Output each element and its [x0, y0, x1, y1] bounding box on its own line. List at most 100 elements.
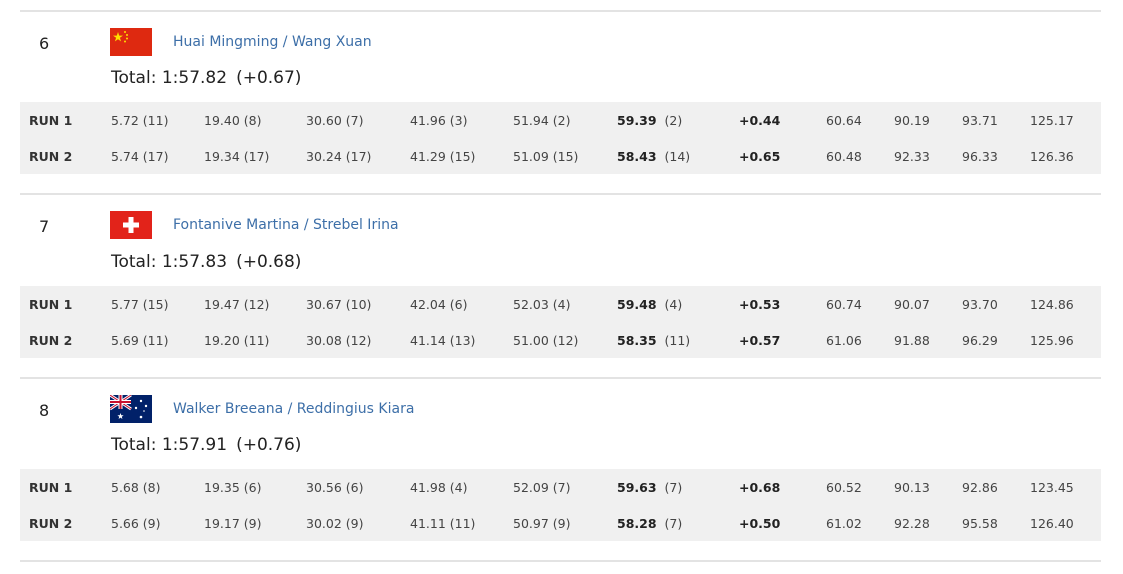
- split-5: 51.94 (2): [513, 113, 571, 128]
- split-2: 19.34 (17): [204, 149, 270, 164]
- total-diff: (+0.68): [236, 252, 302, 272]
- total-time-value: 1:57.91: [161, 435, 228, 455]
- time-diff: +0.50: [739, 516, 781, 531]
- speed-1: 60.52: [826, 480, 862, 495]
- run-label: RUN 2: [29, 149, 73, 164]
- run-label: RUN 1: [29, 480, 73, 495]
- entry-divider: [20, 560, 1101, 562]
- speed-4: 123.45: [1030, 480, 1074, 495]
- total-diff: (+0.67): [236, 68, 302, 88]
- runs-table: RUN 1 5.77 (15) 19.47 (12) 30.67 (10) 42…: [20, 286, 1101, 358]
- finish-time-value: 58.35: [617, 333, 657, 348]
- finish-rank: (4): [664, 297, 683, 312]
- run-row: RUN 1 5.77 (15) 19.47 (12) 30.67 (10) 42…: [20, 286, 1101, 322]
- run-row: RUN 2 5.66 (9) 19.17 (9) 30.02 (9) 41.11…: [20, 505, 1101, 541]
- split-3: 30.08 (12): [306, 333, 372, 348]
- speed-3: 96.29: [962, 333, 998, 348]
- split-2: 19.47 (12): [204, 297, 270, 312]
- split-1: 5.72 (11): [111, 113, 169, 128]
- speed-3: 93.71: [962, 113, 998, 128]
- run-label: RUN 2: [29, 516, 73, 531]
- split-1: 5.74 (17): [111, 149, 169, 164]
- athlete-names-link[interactable]: Huai Mingming / Wang Xuan: [173, 34, 372, 50]
- finish-rank: (11): [664, 333, 691, 348]
- finish-rank: (14): [664, 149, 691, 164]
- finish-rank: (7): [664, 516, 683, 531]
- split-5: 51.00 (12): [513, 333, 579, 348]
- switzerland-flag-icon: [110, 211, 152, 239]
- finish-time: 59.63 (7): [617, 480, 682, 496]
- runs-table: RUN 1 5.68 (8) 19.35 (6) 30.56 (6) 41.98…: [20, 469, 1101, 541]
- speed-3: 96.33: [962, 149, 998, 164]
- finish-time: 58.43 (14): [617, 149, 690, 165]
- split-2: 19.35 (6): [204, 480, 262, 495]
- total-label: Total:: [111, 252, 157, 272]
- run-label: RUN 2: [29, 333, 73, 348]
- split-2: 19.17 (9): [204, 516, 262, 531]
- speed-4: 125.96: [1030, 333, 1074, 348]
- time-diff: +0.68: [739, 480, 781, 495]
- rank-number: 6: [39, 34, 50, 53]
- speed-1: 60.48: [826, 149, 862, 164]
- total-time: Total: 1:57.91 (+0.76): [111, 435, 301, 455]
- split-5: 50.97 (9): [513, 516, 571, 531]
- total-time-value: 1:57.82: [161, 68, 228, 88]
- total-label: Total:: [111, 435, 157, 455]
- speed-2: 90.13: [894, 480, 930, 495]
- athlete-names-link[interactable]: Fontanive Martina / Strebel Irina: [173, 217, 399, 233]
- time-diff: +0.44: [739, 113, 781, 128]
- speed-1: 61.06: [826, 333, 862, 348]
- entry-divider: [20, 193, 1101, 195]
- speed-1: 61.02: [826, 516, 862, 531]
- split-5: 52.03 (4): [513, 297, 571, 312]
- finish-time: 59.48 (4): [617, 297, 682, 313]
- finish-time-value: 58.28: [617, 516, 657, 531]
- speed-3: 95.58: [962, 516, 998, 531]
- split-3: 30.60 (7): [306, 113, 364, 128]
- finish-time: 59.39 (2): [617, 113, 682, 129]
- split-4: 41.29 (15): [410, 149, 476, 164]
- split-5: 51.09 (15): [513, 149, 579, 164]
- finish-time-value: 59.48: [617, 297, 657, 312]
- split-4: 42.04 (6): [410, 297, 468, 312]
- split-3: 30.24 (17): [306, 149, 372, 164]
- split-5: 52.09 (7): [513, 480, 571, 495]
- run-row: RUN 2 5.69 (11) 19.20 (11) 30.08 (12) 41…: [20, 322, 1101, 358]
- run-row: RUN 2 5.74 (17) 19.34 (17) 30.24 (17) 41…: [20, 138, 1101, 174]
- china-flag-icon: [110, 28, 152, 56]
- speed-4: 124.86: [1030, 297, 1074, 312]
- split-3: 30.56 (6): [306, 480, 364, 495]
- speed-2: 92.33: [894, 149, 930, 164]
- entry-divider: [20, 377, 1101, 379]
- total-time-value: 1:57.83: [161, 252, 228, 272]
- speed-4: 126.36: [1030, 149, 1074, 164]
- finish-rank: (7): [664, 480, 683, 495]
- split-4: 41.96 (3): [410, 113, 468, 128]
- finish-time: 58.35 (11): [617, 333, 690, 349]
- finish-rank: (2): [664, 113, 683, 128]
- finish-time-value: 58.43: [617, 149, 657, 164]
- split-1: 5.68 (8): [111, 480, 161, 495]
- split-2: 19.40 (8): [204, 113, 262, 128]
- split-1: 5.77 (15): [111, 297, 169, 312]
- speed-4: 125.17: [1030, 113, 1074, 128]
- speed-2: 90.19: [894, 113, 930, 128]
- speed-2: 90.07: [894, 297, 930, 312]
- run-label: RUN 1: [29, 297, 73, 312]
- run-label: RUN 1: [29, 113, 73, 128]
- split-3: 30.02 (9): [306, 516, 364, 531]
- entry-divider: [20, 10, 1101, 12]
- run-row: RUN 1 5.68 (8) 19.35 (6) 30.56 (6) 41.98…: [20, 469, 1101, 505]
- total-diff: (+0.76): [236, 435, 302, 455]
- time-diff: +0.57: [739, 333, 781, 348]
- total-time: Total: 1:57.83 (+0.68): [111, 252, 301, 272]
- split-4: 41.11 (11): [410, 516, 476, 531]
- athlete-names-link[interactable]: Walker Breeana / Reddingius Kiara: [173, 401, 414, 417]
- run-row: RUN 1 5.72 (11) 19.40 (8) 30.60 (7) 41.9…: [20, 102, 1101, 138]
- total-label: Total:: [111, 68, 157, 88]
- time-diff: +0.53: [739, 297, 781, 312]
- finish-time-value: 59.39: [617, 113, 657, 128]
- finish-time-value: 59.63: [617, 480, 657, 495]
- split-4: 41.14 (13): [410, 333, 476, 348]
- split-1: 5.69 (11): [111, 333, 169, 348]
